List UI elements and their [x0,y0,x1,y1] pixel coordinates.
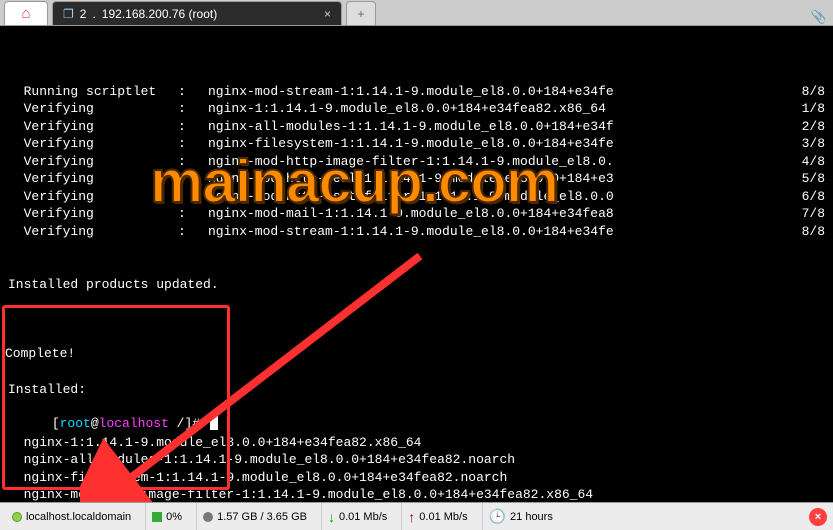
shell-prompt[interactable]: [root@localhost /]# [5,397,225,450]
terminal-row: Verifying: nginx-filesystem-1:1.14.1-9.m… [8,135,825,153]
terminal-row: Verifying: nginx-1:1.14.1-9.module_el8.0… [8,100,825,118]
memory-icon [203,512,213,522]
status-cpu[interactable]: 0% [145,503,188,530]
prompt-user: root [60,416,91,431]
status-mem[interactable]: 1.57 GB / 3.65 GB [196,503,313,530]
pin-icon[interactable]: 📎 [811,10,827,25]
tab-label: 192.168.200.76 (root) [102,7,217,21]
home-icon: ⌂ [21,5,30,22]
status-net-down-value: 0.01 Mb/s [339,511,387,523]
prompt-host: localhost [99,416,169,431]
terminal-row: Verifying: nginx-mod-http-xslt-filter-1:… [8,188,825,206]
terminal-row: Verifying: nginx-mod-http-image-filter-1… [8,153,825,171]
prompt-path: /]# [169,416,208,431]
tab-session[interactable]: ❐ 2. 192.168.200.76 (root) × [52,1,342,25]
tab-home[interactable]: ⌂ [4,1,48,25]
status-mem-value: 1.57 GB / 3.65 GB [217,511,307,523]
prompt-at: @ [91,416,99,431]
arrow-up-icon: ↑ [408,509,415,525]
terminal-row: Running scriptlet: nginx-mod-stream-1:1.… [8,83,825,101]
arrow-down-icon: ↓ [328,509,335,525]
plus-icon: + [357,7,364,21]
close-icon: × [815,511,821,523]
complete-line: Complete! [5,345,225,363]
terminal-output[interactable]: Running scriptlet: nginx-mod-stream-1:1.… [0,26,833,502]
status-net-up[interactable]: ↑ 0.01 Mb/s [401,503,473,530]
tab-close-icon[interactable]: × [324,7,331,21]
terminal-row: Verifying: nginx-mod-stream-1:1.14.1-9.m… [8,223,825,241]
terminal-row: Verifying: nginx-mod-http-perl-1:1.14.1-… [8,170,825,188]
cursor [210,416,218,430]
status-net-up-value: 0.01 Mb/s [419,511,467,523]
status-bar: localhost.localdomain 0% 1.57 GB / 3.65 … [0,502,833,530]
prompt-open: [ [52,416,60,431]
status-uptime-value: 21 hours [510,511,553,523]
highlight-box: Complete! [root@localhost /]# [2,305,230,490]
status-net-down[interactable]: ↓ 0.01 Mb/s [321,503,393,530]
terminal-rows: Running scriptlet: nginx-mod-stream-1:1.… [8,83,825,241]
terminal-row: Verifying: nginx-mod-mail-1:1.14.1-9.mod… [8,205,825,223]
tab-index: 2 [80,7,87,21]
close-button[interactable]: × [809,508,827,526]
status-host[interactable]: localhost.localdomain [6,503,137,530]
status-host-label: localhost.localdomain [26,511,131,523]
status-uptime[interactable]: 🕒 21 hours [482,503,559,530]
tab-bar: ⌂ ❐ 2. 192.168.200.76 (root) × + 📎 [0,0,833,26]
tab-new[interactable]: + [346,1,376,25]
terminal-row: Verifying: nginx-all-modules-1:1.14.1-9.… [8,118,825,136]
terminal-icon: ❐ [63,7,74,21]
clock-icon: 🕒 [489,508,506,525]
status-cpu-value: 0% [166,511,182,523]
installed-products-line: Installed products updated. [8,276,825,294]
cpu-icon [152,512,162,522]
status-dot-icon [12,512,22,522]
